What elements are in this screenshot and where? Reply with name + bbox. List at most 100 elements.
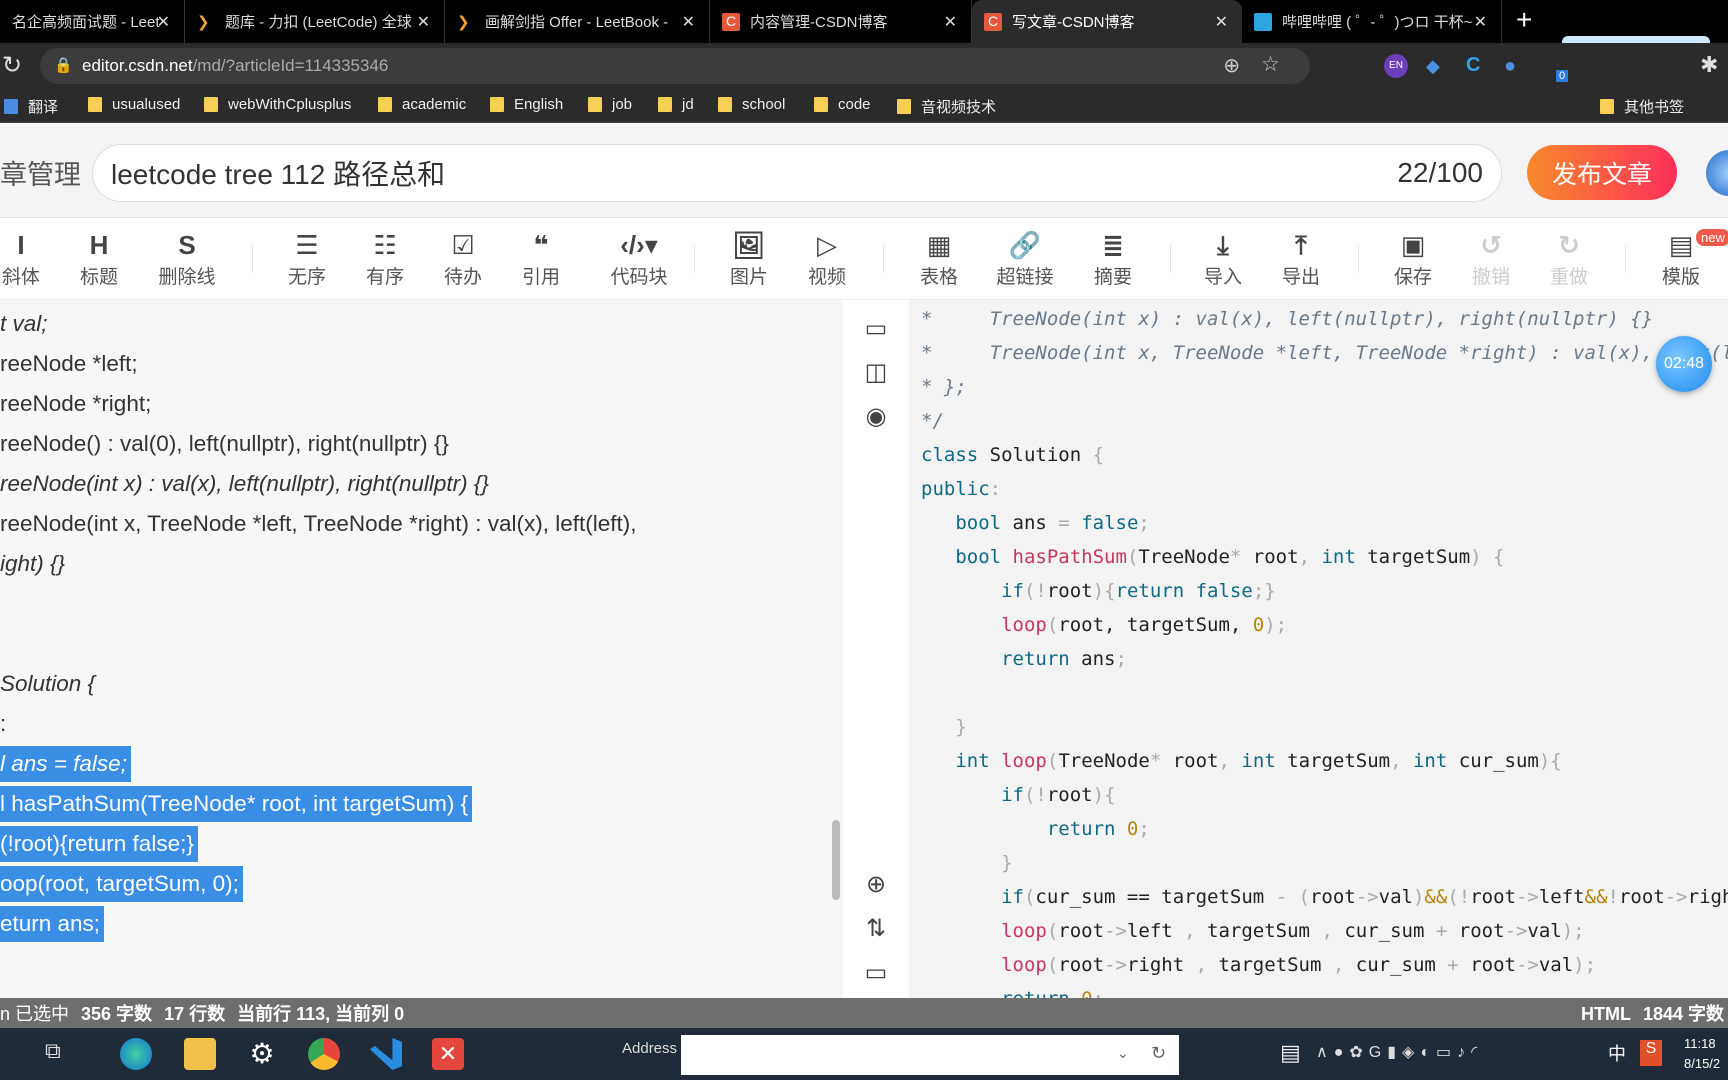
- chevron-down-icon[interactable]: ⌄: [1117, 1045, 1129, 1062]
- undo-icon: ↺: [1480, 230, 1502, 260]
- close-icon[interactable]: ✕: [944, 12, 957, 32]
- layout-top-icon[interactable]: ▭: [863, 316, 889, 342]
- toolbar-ordered-list-button[interactable]: ☷ 有序: [350, 228, 420, 289]
- status-item: 当前行 113, 当前列 0: [237, 1004, 405, 1024]
- reload-icon[interactable]: ↻: [2, 51, 22, 80]
- bookmark-item[interactable]: school: [718, 96, 785, 113]
- bookmark-label: English: [514, 96, 564, 113]
- toolbar-label: 标题: [79, 267, 118, 288]
- url-field[interactable]: 🔒 editor.csdn.net/md/?articleId=11433534…: [40, 48, 1310, 84]
- code-token: root: [1046, 784, 1093, 806]
- task-view-icon[interactable]: ⧉: [45, 1038, 77, 1070]
- toolbar-link-button[interactable]: 🔗 超链接: [990, 228, 1060, 289]
- preview-eye-icon[interactable]: ◉: [863, 404, 889, 430]
- toolbar-redo-button[interactable]: ↻ 重做: [1534, 228, 1604, 289]
- locate-icon[interactable]: ⊕: [863, 872, 889, 898]
- toolbar-code-block-button[interactable]: ‹/›▾ 代码块: [594, 228, 684, 289]
- code-token: ;}: [1252, 580, 1276, 602]
- editor-scrollbar[interactable]: [832, 820, 840, 900]
- tray-icons[interactable]: ∧●✿G▮◈◐▭♪◜: [1316, 1042, 1483, 1062]
- split-view-icon[interactable]: ◫: [863, 360, 889, 386]
- markdown-editor[interactable]: t val; reeNode *left; reeNode *right; reeNo…: [0, 300, 843, 998]
- code-token: root, targetSum,: [1058, 614, 1253, 636]
- tab-5[interactable]: 哔哩哔哩 ( ゜- ゜)つロ 干杯~ ✕: [1242, 0, 1502, 43]
- vscode-icon[interactable]: [370, 1038, 402, 1070]
- toolbar-todo-list-button[interactable]: ☑ 待办: [428, 228, 498, 289]
- bookmark-star-icon[interactable]: ☆: [1261, 52, 1280, 77]
- toolbar-italic-button[interactable]: I 斜体: [0, 228, 56, 289]
- other-bookmarks[interactable]: 其他书签: [1600, 96, 1684, 117]
- address-toolbar-input[interactable]: ⌄ ↻: [681, 1035, 1179, 1075]
- tab-1[interactable]: ❯ 题库 - 力扣 (LeetCode) 全球 ✕: [185, 0, 445, 43]
- toolbar-heading-button[interactable]: H 标题: [64, 228, 134, 289]
- article-title-input[interactable]: leetcode tree 112 路径总和 22/100: [92, 144, 1502, 202]
- extension-en-icon[interactable]: EN: [1384, 54, 1408, 78]
- toolbar-template-button[interactable]: ▤ 模版: [1646, 228, 1716, 289]
- toolbar-image-button[interactable]: 🖼 图片: [714, 228, 784, 289]
- tab-3[interactable]: C 内容管理-CSDN博客 ✕: [710, 0, 972, 43]
- code-line: int loop(TreeNode* root, int targetSum, …: [921, 744, 1561, 778]
- publish-button[interactable]: 发布文章: [1527, 145, 1677, 200]
- code-token: ;: [1138, 818, 1150, 840]
- toolbar-summary-button[interactable]: ≣ 摘要: [1078, 228, 1148, 289]
- toolbar-strikethrough-button[interactable]: S 删除线: [152, 228, 222, 289]
- article-manage-link[interactable]: 章管理: [0, 153, 81, 192]
- extension-c-icon[interactable]: C: [1466, 54, 1480, 77]
- toolbar-video-button[interactable]: ▷ 视频: [792, 228, 862, 289]
- toolbar-quote-button[interactable]: ❝ 引用: [506, 228, 576, 289]
- close-icon[interactable]: ✕: [1474, 12, 1487, 32]
- file-explorer-icon[interactable]: [184, 1038, 216, 1070]
- refresh-icon[interactable]: ↻: [1151, 1043, 1166, 1064]
- tab-4[interactable]: C 写文章-CSDN博客 ✕: [972, 0, 1242, 43]
- sync-scroll-icon[interactable]: ⇅: [863, 916, 889, 942]
- bookmark-item[interactable]: jd: [658, 96, 694, 113]
- new-tab-icon[interactable]: +: [1516, 4, 1532, 36]
- tab-label: 哔哩哔哩 ( ゜- ゜)つロ 干杯~: [1282, 14, 1473, 31]
- chrome-icon[interactable]: [308, 1038, 340, 1070]
- toolbar-import-button[interactable]: ⤓ 导入: [1188, 228, 1258, 289]
- bookmark-item[interactable]: usualused: [88, 96, 180, 113]
- close-icon[interactable]: ✕: [1215, 12, 1228, 32]
- notification-icon[interactable]: ▤: [1280, 1040, 1301, 1066]
- code-token: ans: [1069, 648, 1116, 670]
- bookmark-item[interactable]: academic: [378, 96, 466, 113]
- bookmark-item[interactable]: code: [814, 96, 871, 113]
- code-token: root: [1161, 750, 1219, 772]
- recording-timer[interactable]: 02:48: [1656, 336, 1712, 392]
- tab-2[interactable]: ❯ 画解剑指 Offer - LeetBook - ✕: [445, 0, 710, 43]
- tab-0[interactable]: 名企高频面试题 - Leet ✕: [0, 0, 185, 43]
- extension-cat-icon[interactable]: ●: [1504, 55, 1516, 78]
- close-icon[interactable]: ✕: [682, 12, 695, 32]
- sogou-icon[interactable]: S: [1640, 1040, 1662, 1066]
- close-icon[interactable]: ✕: [157, 12, 170, 32]
- taskbar-clock[interactable]: 11:18 8/15/2: [1684, 1034, 1720, 1074]
- code-line: return ans;: [921, 642, 1127, 676]
- bookmark-item[interactable]: job: [588, 96, 632, 113]
- toolbar-table-button[interactable]: ▦ 表格: [904, 228, 974, 289]
- xmind-icon[interactable]: ✕: [432, 1038, 464, 1070]
- toolbar-undo-button[interactable]: ↺ 撤销: [1456, 228, 1526, 289]
- folder-icon: [718, 97, 732, 112]
- code-token: * TreeNode(int x) : val(x), left(nullptr…: [921, 308, 1654, 330]
- toolbar-unordered-list-button[interactable]: ☰ 无序: [272, 228, 342, 289]
- redo-icon: ↻: [1558, 230, 1580, 260]
- monitor-icon[interactable]: ▭: [863, 960, 889, 986]
- toolbar-export-button[interactable]: ⤒ 导出: [1266, 228, 1336, 289]
- edge-icon[interactable]: [120, 1038, 152, 1070]
- code-token: Solution: [978, 444, 1093, 466]
- code-token: bool: [955, 546, 1002, 568]
- settings-gear-icon[interactable]: ⚙: [246, 1038, 278, 1070]
- close-icon[interactable]: ✕: [417, 12, 430, 32]
- code-token: cur_sum: [1447, 750, 1539, 772]
- toolbar-label: 视频: [807, 267, 846, 288]
- bookmark-item[interactable]: 翻译: [4, 96, 58, 117]
- zoom-icon[interactable]: ⊕: [1223, 53, 1240, 78]
- toolbar-save-button[interactable]: ▣ 保存: [1378, 228, 1448, 289]
- extension-shield-icon[interactable]: ◆: [1426, 56, 1440, 77]
- extensions-puzzle-icon[interactable]: ✱: [1700, 52, 1718, 78]
- bookmark-item[interactable]: 音视频技术: [897, 96, 996, 117]
- bookmark-item[interactable]: webWithCplusplus: [204, 96, 351, 113]
- bookmark-item[interactable]: English: [490, 96, 563, 113]
- ime-indicator[interactable]: 中: [1608, 1040, 1626, 1066]
